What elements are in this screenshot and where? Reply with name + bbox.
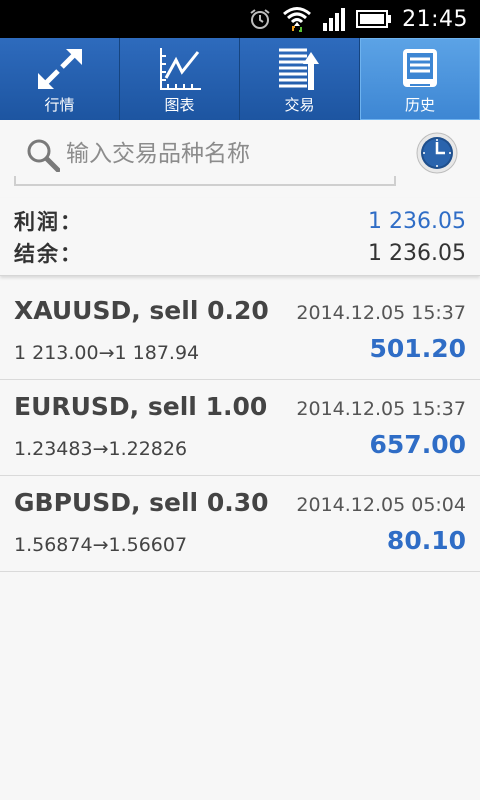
trade-profit: 501.20	[369, 334, 466, 363]
trade-prices: 1 213.00→1 187.94	[14, 342, 200, 364]
tab-charts-label: 图表	[164, 96, 195, 114]
tab-bar: 行情 图表 交易 历史	[0, 38, 480, 120]
profit-row: 利润： 1 236.05	[14, 206, 466, 236]
balance-row: 结余： 1 236.05	[14, 238, 466, 268]
trade-symbol: GBPUSD, sell 0.30	[14, 488, 269, 517]
profit-label: 利润：	[14, 210, 83, 234]
clock-icon	[416, 132, 458, 178]
trade-row[interactable]: EURUSD, sell 1.00 2014.12.05 15:37 1.234…	[0, 380, 480, 476]
balance-label: 结余：	[14, 242, 83, 266]
status-bar: 21:45	[0, 0, 480, 38]
clock-time: 21:45	[402, 6, 468, 32]
trade-datetime: 2014.12.05 05:04	[296, 494, 466, 516]
chart-icon	[158, 46, 202, 92]
tab-trade-label: 交易	[284, 96, 315, 114]
tab-quotes-label: 行情	[44, 96, 75, 114]
signal-icon	[322, 7, 346, 31]
trade-row[interactable]: XAUUSD, sell 0.20 2014.12.05 15:37 1 213…	[0, 284, 480, 380]
trade-history-list: XAUUSD, sell 0.20 2014.12.05 15:37 1 213…	[0, 284, 480, 572]
trade-symbol: EURUSD, sell 1.00	[14, 392, 268, 421]
trade-datetime: 2014.12.05 15:37	[296, 302, 466, 324]
quotes-arrows-icon	[36, 46, 84, 92]
search-field-underline	[14, 176, 396, 184]
trade-datetime: 2014.12.05 15:37	[296, 398, 466, 420]
alarm-icon	[248, 7, 272, 31]
time-filter-button[interactable]	[416, 132, 458, 174]
tab-charts[interactable]: 图表	[120, 38, 240, 120]
trade-prices: 1.56874→1.56607	[14, 534, 188, 556]
trade-profit: 657.00	[369, 430, 466, 459]
trade-symbol: XAUUSD, sell 0.20	[14, 296, 269, 325]
search-icon	[26, 138, 61, 176]
battery-icon	[356, 9, 392, 29]
history-icon	[400, 46, 440, 92]
balance-value: 1 236.05	[368, 240, 466, 266]
tab-history[interactable]: 历史	[360, 38, 480, 120]
search-bar	[0, 120, 480, 198]
status-icons: 21:45	[248, 0, 468, 38]
search-input[interactable]	[66, 136, 386, 172]
trade-icon	[277, 46, 323, 92]
tab-trade[interactable]: 交易	[240, 38, 360, 120]
trade-prices: 1.23483→1.22826	[14, 438, 188, 460]
search-field[interactable]	[14, 134, 396, 186]
trade-profit: 80.10	[386, 526, 466, 555]
tab-history-label: 历史	[404, 96, 435, 114]
profit-value: 1 236.05	[368, 208, 466, 234]
wifi-icon	[282, 6, 312, 32]
tab-quotes[interactable]: 行情	[0, 38, 120, 120]
trade-row[interactable]: GBPUSD, sell 0.30 2014.12.05 05:04 1.568…	[0, 476, 480, 572]
account-summary: 利润： 1 236.05 结余： 1 236.05	[0, 198, 480, 276]
